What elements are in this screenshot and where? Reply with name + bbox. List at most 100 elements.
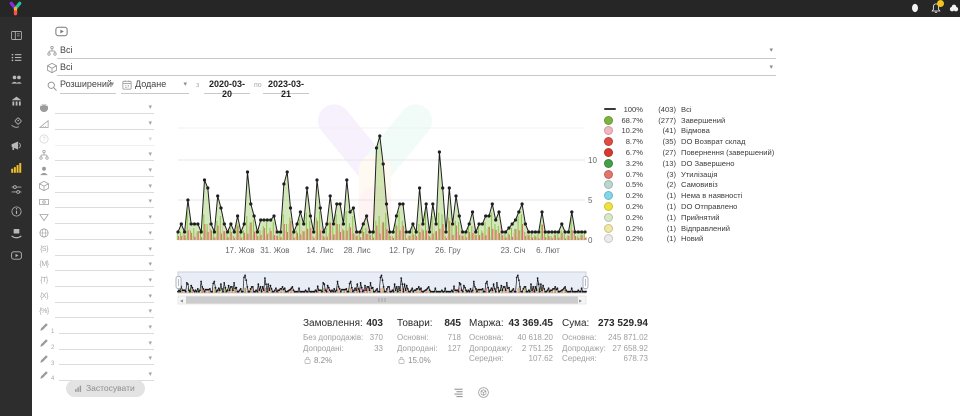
filter-row-tag-percent: {%} ▾ <box>38 304 154 320</box>
stat-sub-row: Допродані:33 <box>303 344 383 355</box>
nav-handle-left[interactable] <box>176 277 181 289</box>
filter-custom-field-2-select[interactable]: ▾ <box>59 337 154 350</box>
sidebar-item-orders[interactable] <box>0 46 32 68</box>
sidebar-item-delivery[interactable] <box>0 222 32 244</box>
nav-handle-right[interactable] <box>583 277 588 289</box>
products-view-icon[interactable] <box>477 386 490 399</box>
date-to-label: по <box>254 82 262 89</box>
stat-title-value: 273 529.94 <box>598 318 648 329</box>
stat-sub-value: 370 <box>370 333 383 344</box>
table-view-icon[interactable] <box>452 386 465 399</box>
filter-select-1-value: Всі <box>60 45 73 55</box>
date-field-select[interactable]: 17 Додане ▾ <box>121 78 189 94</box>
brand-logo-icon <box>8 1 23 16</box>
chevron-down-icon: ▾ <box>148 371 152 378</box>
sidebar-item-announcements[interactable] <box>0 134 32 156</box>
tag-x-icon: {X} <box>38 290 50 302</box>
date-to-input[interactable]: 2023-03-21 <box>263 79 309 94</box>
legend-item-10[interactable]: 0.2%(1)Прийнятий <box>604 212 790 223</box>
help-icon: ? <box>38 133 50 145</box>
filter-select-2[interactable]: Всі ▾ <box>46 61 776 76</box>
sidebar-item-info[interactable] <box>0 200 32 222</box>
sidebar-item-video[interactable] <box>0 244 32 266</box>
chevron-down-icon: ▾ <box>148 183 152 190</box>
legend-item-1[interactable]: 68.7%(277)Завершений <box>604 115 790 126</box>
svg-text:6. Лют: 6. Лют <box>536 246 560 255</box>
stat-sub-label: Без допродажів: <box>303 333 363 344</box>
filter-level-select[interactable]: ▾ <box>55 117 154 130</box>
filter-row-custom-field-1: 1▾ <box>38 320 154 336</box>
legend-item-7[interactable]: 0.5%(2)Самовивіз <box>604 180 790 191</box>
date-from-input[interactable]: 2020-03-20 <box>204 79 250 94</box>
store-icon <box>10 95 23 108</box>
filter-tag-percent-select[interactable]: ▾ <box>55 305 154 318</box>
sidebar-item-customers[interactable] <box>0 68 32 90</box>
filter-funnel-select[interactable]: ▾ <box>55 211 154 224</box>
filter-region-select[interactable]: ▾ <box>55 227 154 240</box>
sidebar-item-store[interactable] <box>0 90 32 112</box>
user-icon[interactable] <box>909 2 921 14</box>
legend-item-8[interactable]: 0.2%(1)Нема в наявності <box>604 190 790 201</box>
filter-category-select[interactable]: ▾ <box>55 148 154 161</box>
filter-payment-select[interactable]: ▾ <box>55 195 154 208</box>
stat-title: Маржа:43 369.45 <box>469 318 553 329</box>
legend-item-6[interactable]: 0.7%(3)Утилізація <box>604 169 790 180</box>
orders-status-chart[interactable]: 051017. Жов31. Жов14. Лис28. Лис12. Гру2… <box>170 96 600 258</box>
legend-item-2[interactable]: 10.2%(41)Відмова <box>604 126 790 137</box>
globe-icon <box>38 227 50 239</box>
sidebar-item-promotions[interactable] <box>0 112 32 134</box>
legend-item-11[interactable]: 0.2%(1)Відправлений <box>604 223 790 234</box>
filter-row-manager: ▾ <box>38 163 154 179</box>
stat-title: Сума:273 529.94 <box>562 318 648 329</box>
stat-sub-label: Допродажу: <box>469 344 513 355</box>
legend-item-9[interactable]: 0.2%(1)DO Отправлено <box>604 201 790 212</box>
filter-status-help-select[interactable]: ▾ <box>55 133 154 146</box>
upsell-bag-icon <box>303 356 312 365</box>
tag-t-icon: {T} <box>38 274 50 286</box>
sidebar-item-analytics[interactable] <box>0 156 32 178</box>
filter-tag-m-select[interactable]: ▾ <box>55 258 154 271</box>
search-icon <box>46 80 58 92</box>
filter-tag-s-select[interactable]: ▾ <box>55 243 154 256</box>
stat-column-0: Замовлення:403Без допродажів:370Допродан… <box>303 318 383 365</box>
cube-icon <box>46 62 58 74</box>
legend-item-0[interactable]: 100%(403)Всі <box>604 104 790 115</box>
filter-row-product: ▾ <box>38 178 154 194</box>
nav-scrollbar[interactable]: ◂▸ <box>178 296 586 305</box>
sidebar-item-settings[interactable] <box>0 178 32 200</box>
profile-avatar-icon[interactable] <box>948 2 960 14</box>
legend-item-3[interactable]: 8.7%(35)DO Возврат склад <box>604 136 790 147</box>
filter-source-select[interactable]: ▾ <box>55 101 154 114</box>
filter-select-1[interactable]: Всі ▾ <box>46 44 776 59</box>
pencil-index: 2 <box>51 345 54 351</box>
apply-filters-button[interactable]: Застосувати <box>66 380 145 397</box>
ruler-icon <box>38 118 50 130</box>
search-mode-select[interactable]: Розширений ▾ <box>60 78 116 94</box>
legend-swatch <box>604 180 613 189</box>
stat-percent-value: 8.2% <box>314 356 332 365</box>
stat-sub-row: Основні:718 <box>397 333 461 344</box>
legend-item-12[interactable]: 0.2%(1)Новий <box>604 234 790 245</box>
svg-text:28. Лис: 28. Лис <box>344 246 371 255</box>
tag-percent-icon: {%} <box>38 306 50 318</box>
chart-range-navigator[interactable]: ◂▸ <box>170 271 600 307</box>
filter-tag-x-select[interactable]: ▾ <box>55 290 154 303</box>
legend-item-5[interactable]: 3.2%(13)DO Завершено <box>604 158 790 169</box>
legend-count: (1) <box>643 224 676 233</box>
filter-tag-t-select[interactable]: ▾ <box>55 274 154 287</box>
video-tutorial-button[interactable] <box>51 24 72 39</box>
filter-product-select[interactable]: ▾ <box>55 180 154 193</box>
stat-sub-row: Без допродажів: 370 <box>303 333 383 344</box>
svg-text:12. Гру: 12. Гру <box>389 246 415 255</box>
sidebar-item-dashboard[interactable] <box>0 24 32 46</box>
filter-manager-select[interactable]: ▾ <box>55 164 154 177</box>
stat-column-3: Сума:273 529.94Основна:245 871.02Допрода… <box>562 318 648 365</box>
chevron-down-icon: ▾ <box>148 277 152 284</box>
filter-custom-field-1-select[interactable]: ▾ <box>59 321 154 334</box>
funnel-icon <box>38 212 50 224</box>
stat-sub-value: 27 658.92 <box>612 344 648 355</box>
filter-custom-field-3-select[interactable]: ▾ <box>59 352 154 365</box>
legend-count: (1) <box>643 234 676 243</box>
legend-item-4[interactable]: 6.7%(27)Повернення (завершений) <box>604 147 790 158</box>
pencil-index: 4 <box>51 376 54 382</box>
